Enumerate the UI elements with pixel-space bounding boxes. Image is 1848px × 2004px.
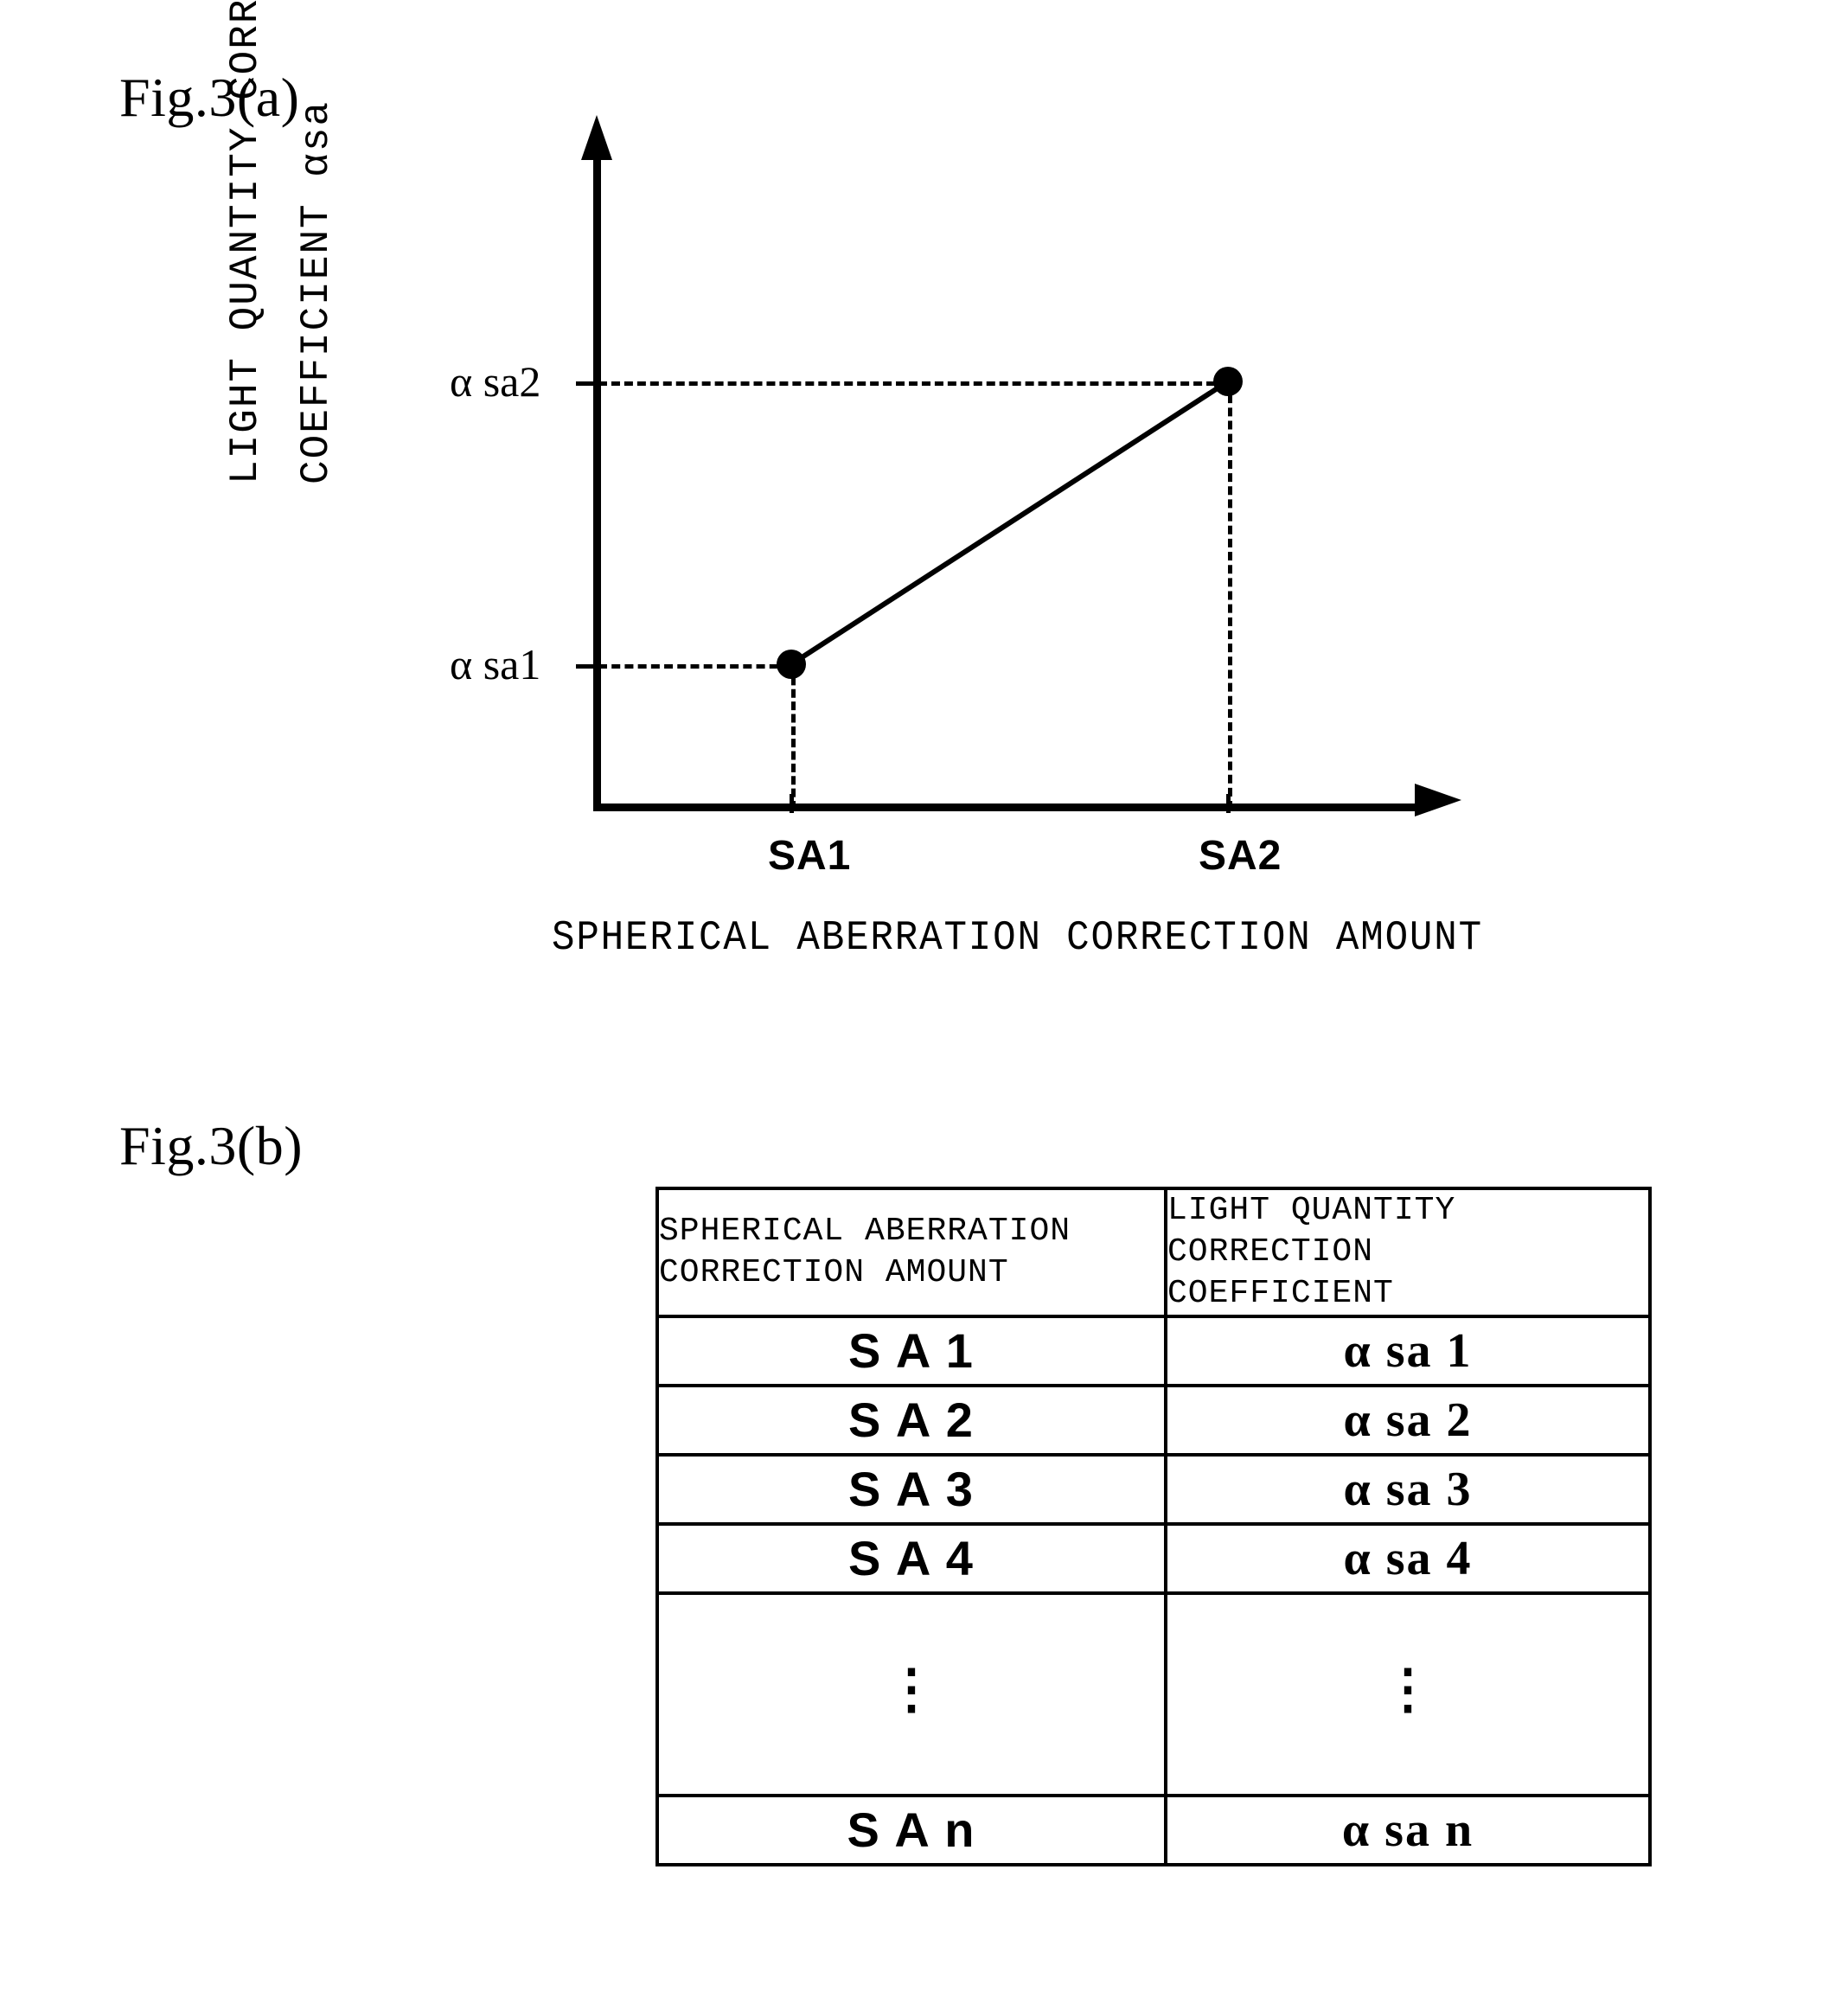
table: SPHERICAL ABERRATION CORRECTION AMOUNT L… xyxy=(655,1187,1652,1866)
y-axis-title-line-1: LIGHT QUANTITY CORRECTION xyxy=(223,0,268,484)
table-cell-asa: α sa 3 xyxy=(1164,1452,1652,1526)
table-row: S A n α sa n xyxy=(655,1793,1652,1866)
line-chart-figure-a: α sa2 α sa1 SA1 SA2 SPHERICAL ABERRATION… xyxy=(0,0,1848,1021)
table-header-left: SPHERICAL ABERRATION CORRECTION AMOUNT xyxy=(655,1187,1167,1318)
table-cell-ellipsis-right: ⋮ xyxy=(1164,1591,1652,1797)
x-axis-title: SPHERICAL ABERRATION CORRECTION AMOUNT xyxy=(552,915,1483,962)
table-header-right-line-2: CORRECTION xyxy=(1167,1232,1374,1271)
table-cell-sa: S A 2 xyxy=(655,1383,1167,1457)
table-row: S A 4 α sa 4 xyxy=(655,1521,1652,1595)
y-axis-title-line-2: COEFFICIENT αsa xyxy=(294,99,339,484)
data-point-sa2 xyxy=(1213,367,1243,396)
table-cell-asa: α sa 4 xyxy=(1164,1521,1652,1595)
table-header-row: SPHERICAL ABERRATION CORRECTION AMOUNT L… xyxy=(655,1187,1652,1318)
table-cell-asa: α sa 1 xyxy=(1164,1314,1652,1387)
table-header-right: LIGHT QUANTITY CORRECTION COEFFICIENT xyxy=(1164,1187,1652,1318)
table-row: S A 2 α sa 2 xyxy=(655,1383,1652,1457)
vertical-ellipsis-icon: ⋮ xyxy=(885,1660,938,1720)
table-cell-sa: S A 3 xyxy=(655,1452,1167,1526)
table-header-right-line-3: COEFFICIENT xyxy=(1167,1274,1394,1312)
y-tick-label-asa2: α sa2 xyxy=(450,357,541,406)
table-cell-asa: α sa 2 xyxy=(1164,1383,1652,1457)
table-cell-asa: α sa n xyxy=(1164,1793,1652,1866)
table-row-ellipsis: ⋮ ⋮ xyxy=(655,1591,1652,1797)
table-row: S A 3 α sa 3 xyxy=(655,1452,1652,1526)
table-cell-sa: S A 4 xyxy=(655,1521,1167,1595)
vertical-ellipsis-icon: ⋮ xyxy=(1381,1660,1435,1720)
figure-b-label: Fig.3(b) xyxy=(119,1115,303,1176)
data-point-sa1 xyxy=(777,650,806,679)
table-header-left-line-1: SPHERICAL ABERRATION xyxy=(659,1212,1071,1250)
table-row: S A 1 α sa 1 xyxy=(655,1314,1652,1387)
data-series-line xyxy=(790,379,1230,667)
table-cell-ellipsis-left: ⋮ xyxy=(655,1591,1167,1797)
table-cell-sa: S A 1 xyxy=(655,1314,1167,1387)
table-header-left-line-2: CORRECTION AMOUNT xyxy=(659,1253,1009,1291)
table-body: SPHERICAL ABERRATION CORRECTION AMOUNT L… xyxy=(655,1187,1652,1866)
lookup-table-figure-b: SPHERICAL ABERRATION CORRECTION AMOUNT L… xyxy=(655,1187,1652,1866)
x-tick-label-sa2: SA2 xyxy=(1199,833,1282,879)
x-tick-label-sa1: SA1 xyxy=(768,833,852,879)
table-header-right-line-1: LIGHT QUANTITY xyxy=(1167,1192,1456,1229)
y-tick-label-asa1: α sa1 xyxy=(450,640,541,688)
table-cell-sa: S A n xyxy=(655,1793,1167,1866)
